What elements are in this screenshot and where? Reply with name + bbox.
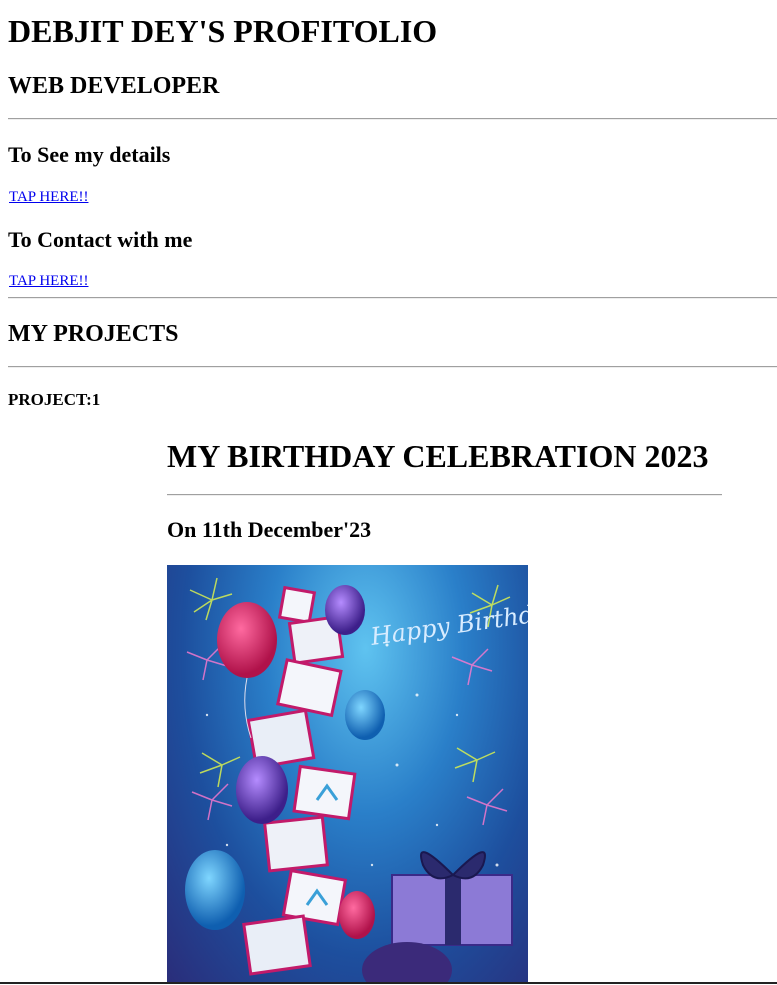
- birthday-image: Happy Birthday: [167, 565, 528, 983]
- bottom-border: [0, 982, 777, 984]
- project-date-wrap: On 11th December'23: [167, 517, 371, 543]
- page-title: DEBJIT DEY'S PROFITOLIO: [8, 13, 438, 49]
- project-title-wrap: MY BIRTHDAY CELEBRATION 2023: [167, 437, 708, 475]
- divider: [8, 118, 777, 120]
- divider: [8, 297, 777, 299]
- projects-heading: MY PROJECTS: [8, 321, 179, 347]
- details-link[interactable]: TAP HERE!!: [9, 188, 88, 206]
- divider: [8, 366, 777, 368]
- page-subtitle: WEB DEVELOPER: [8, 73, 220, 99]
- project-title: MY BIRTHDAY CELEBRATION 2023: [167, 438, 709, 474]
- image-text: Happy Birthday: [368, 596, 528, 651]
- project-label: PROJECT:1: [8, 390, 101, 409]
- project-divider: [167, 494, 722, 496]
- details-heading: To See my details: [8, 142, 171, 167]
- contact-heading: To Contact with me: [8, 227, 193, 252]
- project-date: On 11th December'23: [167, 517, 372, 542]
- contact-link[interactable]: TAP HERE!!: [9, 272, 88, 290]
